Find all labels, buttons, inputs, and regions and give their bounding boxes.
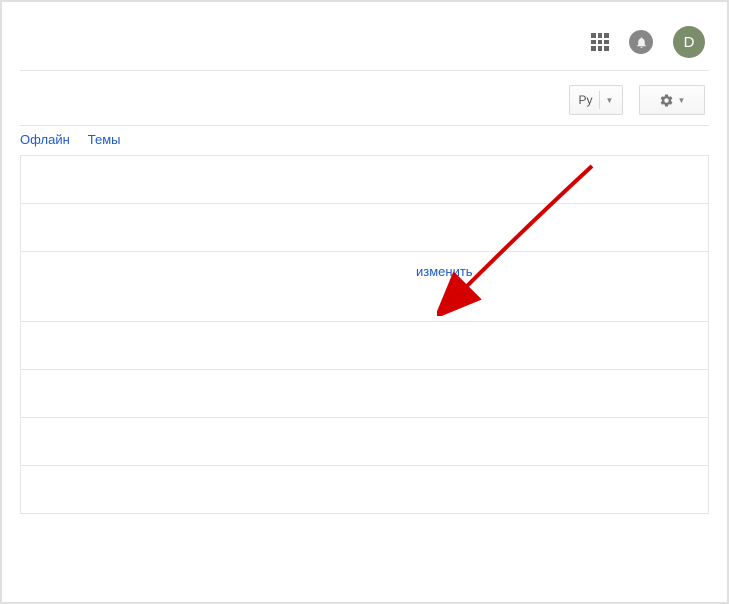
settings-row [21, 156, 708, 204]
settings-row [21, 204, 708, 252]
bell-icon [635, 36, 648, 49]
edit-link[interactable]: изменить [416, 264, 473, 279]
language-label: Ру [579, 93, 593, 107]
settings-row [21, 322, 708, 370]
avatar[interactable]: D [673, 26, 705, 58]
avatar-initial: D [684, 34, 695, 51]
settings-row: изменить [21, 252, 708, 322]
settings-row [21, 370, 708, 418]
tab-themes[interactable]: Темы [88, 132, 121, 147]
notifications-button[interactable] [629, 30, 653, 54]
toolbar: Ру ▼ ▼ [20, 70, 709, 125]
header: D [20, 20, 709, 70]
language-button[interactable]: Ру ▼ [569, 85, 623, 115]
apps-grid-icon[interactable] [591, 33, 609, 51]
caret-down-icon: ▼ [678, 96, 686, 105]
tab-offline[interactable]: Офлайн [20, 132, 70, 147]
settings-button[interactable]: ▼ [639, 85, 705, 115]
tabs-bar: Офлайн Темы [20, 125, 709, 155]
gear-icon [659, 93, 674, 108]
caret-down-icon: ▼ [599, 91, 614, 109]
settings-row [21, 418, 708, 466]
settings-content: изменить [20, 155, 709, 514]
settings-row [21, 466, 708, 514]
